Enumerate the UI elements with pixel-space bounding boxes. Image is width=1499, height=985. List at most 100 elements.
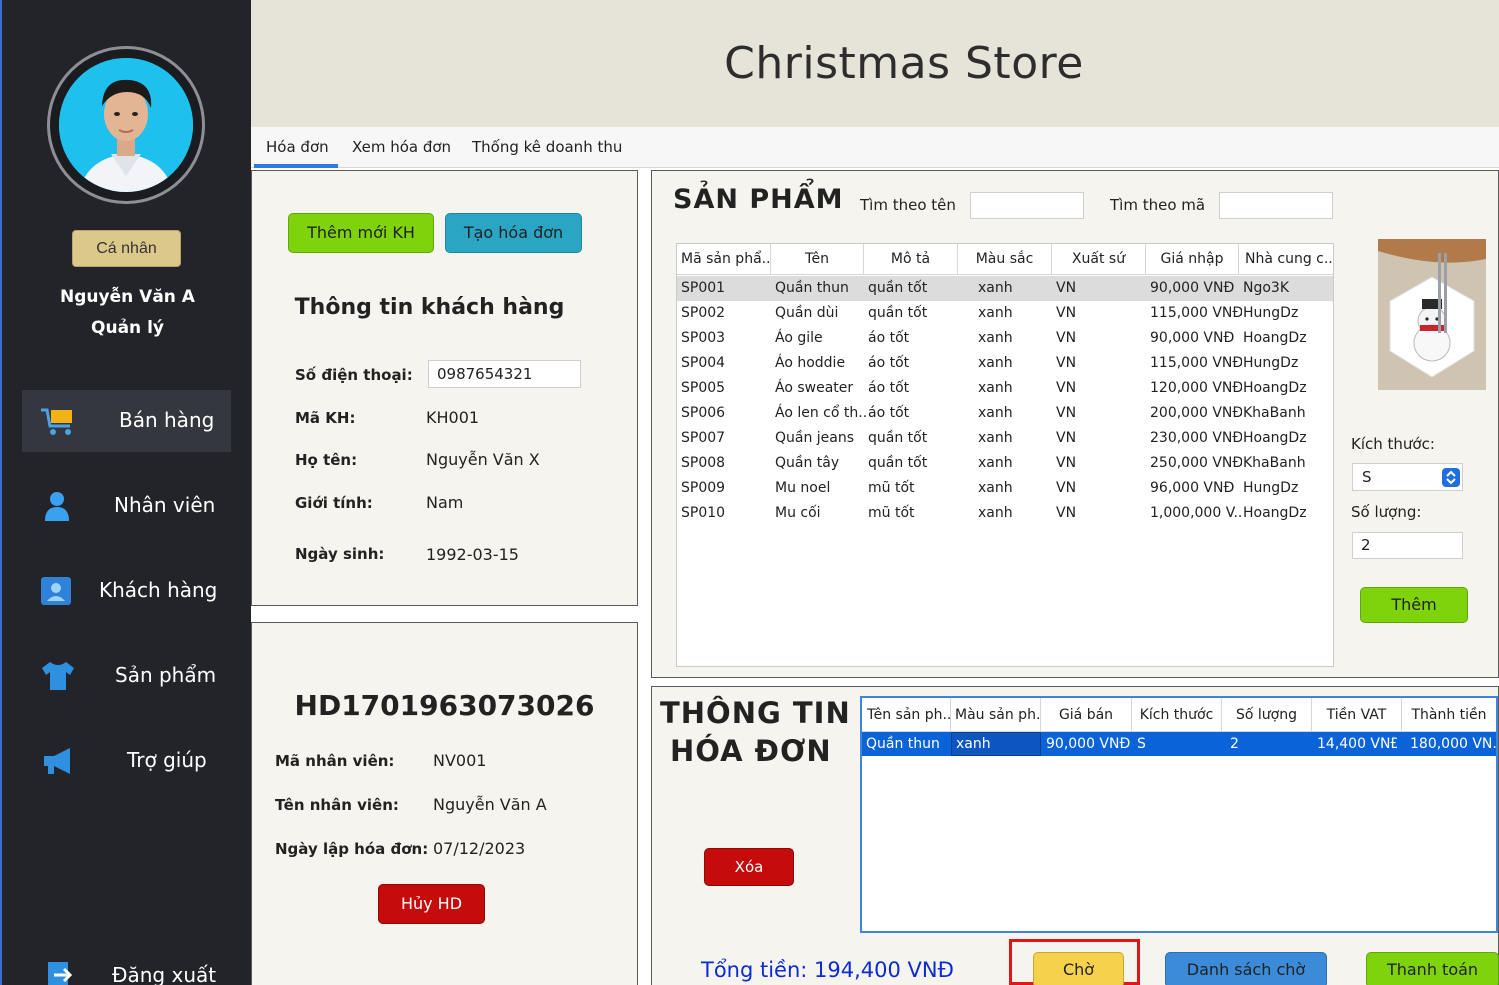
- product-cell: mũ tốt: [868, 505, 915, 521]
- nav-dang-xuat[interactable]: Đăng xuất: [22, 945, 231, 985]
- product-cell: 200,000 VNĐ: [1150, 405, 1242, 421]
- product-row[interactable]: SP009 Mu noel mũ tốt xanh VN 96,000 VNĐ HungDz: [677, 476, 1333, 501]
- product-row[interactable]: SP010 Mu cối mũ tốt xanh VN 1,000,000 V... Hoa…: [677, 501, 1333, 526]
- product-cell: quần tốt: [868, 455, 928, 471]
- product-cell: xanh: [978, 455, 1013, 471]
- product-row[interactable]: SP003 Áo gile áo tốt xanh VN 90,000 VNĐ HoangD…: [677, 326, 1333, 351]
- product-cell: SP005: [681, 380, 726, 396]
- column-header[interactable]: Màu sắc: [958, 244, 1052, 275]
- add-product-button[interactable]: Thêm: [1360, 587, 1468, 623]
- product-cell: Áo gile: [775, 330, 823, 346]
- column-header[interactable]: Tên sản ph...: [862, 698, 951, 732]
- product-cell: VN: [1056, 280, 1077, 296]
- column-header[interactable]: Nhà cung c...: [1239, 244, 1333, 275]
- nav-label: Đăng xuất: [112, 963, 217, 985]
- product-cell: SP009: [681, 480, 726, 496]
- cancel-invoice-button[interactable]: Hủy HD: [378, 884, 485, 924]
- store-title: Christmas Store: [724, 38, 1084, 89]
- customer-card-icon: [40, 576, 76, 606]
- product-cell: Ngo3K: [1243, 280, 1290, 296]
- user-name: Nguyễn Văn A: [60, 287, 195, 307]
- column-header[interactable]: Giá bán: [1041, 698, 1132, 732]
- tab-xem-hoa-don[interactable]: Xem hóa đơn: [352, 138, 451, 156]
- product-cell: áo tốt: [868, 380, 910, 396]
- nav-ban-hang[interactable]: Bán hàng: [22, 390, 231, 452]
- avatar: [47, 46, 205, 204]
- product-cell: 250,000 VNĐ: [1150, 455, 1242, 471]
- column-header[interactable]: Xuất sứ: [1052, 244, 1146, 275]
- column-header[interactable]: Kích thước: [1132, 698, 1222, 732]
- column-header[interactable]: Tiền VAT: [1312, 698, 1402, 732]
- product-image: [1378, 239, 1486, 390]
- product-cell: HungDz: [1243, 355, 1299, 371]
- product-row[interactable]: SP008 Quần tây quần tốt xanh VN 250,000 VNĐ Kh…: [677, 451, 1333, 476]
- wait-list-button[interactable]: Danh sách chờ: [1165, 952, 1327, 985]
- product-cell: áo tốt: [868, 405, 910, 421]
- user-photo: [59, 58, 193, 192]
- invoice-code: HD1701963073026: [294, 689, 595, 722]
- product-cell: xanh: [978, 355, 1013, 371]
- tab-active-indicator: [254, 164, 338, 168]
- product-cell: VN: [1056, 455, 1077, 471]
- nav-tro-giup[interactable]: Trợ giúp: [22, 730, 231, 792]
- product-cell: xanh: [978, 380, 1013, 396]
- column-header[interactable]: Mã sản phẩ...: [677, 244, 771, 275]
- pay-button[interactable]: Thanh toán: [1366, 952, 1499, 985]
- quantity-input[interactable]: 2: [1352, 532, 1463, 559]
- product-table: Mã sản phẩ... Tên Mô tả Màu sắc Xuất sứ …: [676, 243, 1334, 667]
- wait-button[interactable]: Chờ: [1033, 952, 1124, 985]
- nav-label: Bán hàng: [119, 408, 215, 432]
- product-cell: HoangDz: [1243, 505, 1307, 521]
- product-cell: Mu cối: [775, 505, 821, 521]
- invoice-date-label: Ngày lập hóa đơn:: [275, 840, 429, 858]
- column-header[interactable]: Thành tiền: [1402, 698, 1496, 732]
- product-row[interactable]: SP007 Quần jeans quần tốt xanh VN 230,000 VNĐ…: [677, 426, 1333, 451]
- product-row[interactable]: SP005 Áo sweater áo tốt xanh VN 120,000 VNĐ Ho…: [677, 376, 1333, 401]
- employee-id-value: NV001: [433, 751, 487, 770]
- product-cell: VN: [1056, 380, 1077, 396]
- personal-button[interactable]: Cá nhân: [72, 230, 181, 267]
- nav-nhan-vien[interactable]: Nhân viên: [22, 475, 231, 537]
- create-invoice-button[interactable]: Tạo hóa đơn: [445, 213, 582, 253]
- product-cell: Áo len cổ th...: [775, 405, 867, 421]
- product-cell: xanh: [978, 505, 1013, 521]
- product-cell: SP002: [681, 305, 726, 321]
- nav-label: Nhân viên: [114, 493, 216, 517]
- add-customer-button[interactable]: Thêm mới KH: [288, 213, 434, 253]
- product-cell: SP004: [681, 355, 726, 371]
- tab-hoa-don[interactable]: Hóa đơn: [266, 138, 329, 156]
- product-cell: Quần jeans: [775, 430, 855, 446]
- search-code-input[interactable]: [1219, 192, 1333, 219]
- column-header[interactable]: Giá nhập: [1146, 244, 1239, 275]
- product-cell: KhaBanh: [1243, 405, 1306, 421]
- product-cell: HungDz: [1243, 480, 1299, 496]
- product-cell: xanh: [978, 305, 1013, 321]
- delete-item-button[interactable]: Xóa: [704, 848, 794, 886]
- nav-san-pham[interactable]: Sản phẩm: [22, 645, 231, 707]
- nav-label: Khách hàng: [99, 578, 218, 602]
- column-header[interactable]: Số lượng: [1222, 698, 1312, 732]
- product-row[interactable]: SP004 Áo hoddie áo tốt xanh VN 115,000 VNĐ Hun…: [677, 351, 1333, 376]
- column-header[interactable]: Màu sản ph...: [951, 698, 1041, 732]
- invoice-items-table: Tên sản ph... Màu sản ph... Giá bán Kích…: [860, 696, 1498, 933]
- product-cell: HoangDz: [1243, 330, 1307, 346]
- column-header[interactable]: Mô tả: [864, 244, 958, 275]
- nav-khach-hang[interactable]: Khách hàng: [22, 560, 231, 622]
- phone-input[interactable]: 0987654321: [428, 360, 581, 388]
- product-row[interactable]: SP006 Áo len cổ th... áo tốt xanh VN 200,000 …: [677, 401, 1333, 426]
- product-cell: xanh: [978, 405, 1013, 421]
- size-select[interactable]: S: [1352, 463, 1463, 491]
- product-row[interactable]: SP001 Quần thun quần tốt xanh VN 90,000 VNĐ Ng…: [677, 276, 1333, 301]
- gender-value: Nam: [426, 493, 464, 512]
- column-header[interactable]: Tên: [771, 244, 864, 275]
- sidebar: Cá nhân Nguyễn Văn A Quản lý Bán hàng Nh…: [0, 0, 251, 985]
- invoice-detail-heading-2: HÓA ĐƠN: [670, 734, 832, 768]
- product-cell: SP010: [681, 505, 726, 521]
- tab-thong-ke-doanh-thu[interactable]: Thống kê doanh thu: [472, 138, 622, 156]
- total-amount: Tổng tiền: 194,400 VNĐ: [701, 958, 954, 982]
- spinner-icon[interactable]: [1442, 468, 1460, 487]
- search-name-input[interactable]: [970, 192, 1084, 219]
- product-cell: 90,000 VNĐ: [1150, 280, 1235, 296]
- product-row[interactable]: SP002 Quần dùi quần tốt xanh VN 115,000 VNĐ Hu…: [677, 301, 1333, 326]
- product-cell: SP001: [681, 280, 726, 296]
